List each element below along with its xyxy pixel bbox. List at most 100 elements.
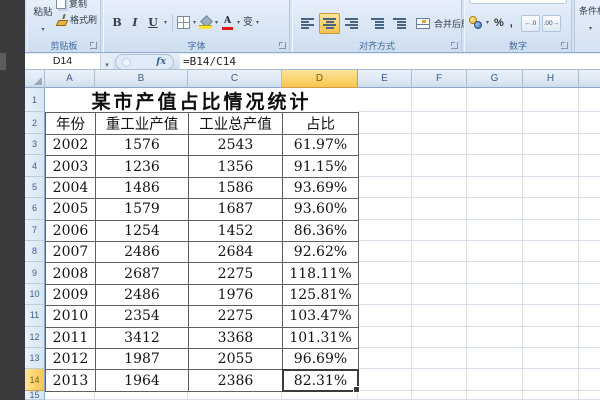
table-cell[interactable]: 2012 [45, 348, 96, 371]
table-cell[interactable]: 1976 [188, 283, 283, 307]
bold-button[interactable]: B [108, 13, 126, 32]
fill-handle[interactable] [353, 385, 360, 393]
table-cell[interactable]: 1356 [188, 155, 283, 178]
column-header-c[interactable]: C [188, 70, 282, 88]
table-header-cell[interactable]: 重工业产值 [95, 112, 189, 135]
conditional-formatting-dropdown-icon[interactable] [587, 20, 594, 38]
row-header-13[interactable]: 13 [25, 348, 45, 370]
column-header-h[interactable]: H [523, 70, 579, 88]
column-header-partial[interactable] [579, 70, 600, 88]
table-cell[interactable]: 86.36% [282, 219, 359, 242]
table-header-cell[interactable]: 年份 [45, 112, 96, 135]
table-cell[interactable]: 1687 [188, 198, 283, 221]
table-cell[interactable]: 96.69% [282, 348, 359, 371]
align-right-button[interactable] [341, 13, 362, 34]
formula-input[interactable]: =B14/C14 [180, 54, 600, 69]
column-header-f[interactable]: F [412, 70, 467, 88]
table-cell[interactable]: 2275 [188, 305, 283, 328]
phonetic-guide-button[interactable]: 变 [242, 13, 254, 32]
decrease-indent-button[interactable] [367, 13, 388, 34]
dialog-launcher-icon[interactable] [90, 42, 97, 49]
table-header-cell[interactable]: 占比 [282, 112, 359, 135]
table-cell[interactable]: 2275 [188, 262, 283, 285]
table-cell[interactable]: 3368 [188, 326, 283, 349]
table-cell[interactable]: 118.11% [282, 262, 359, 285]
increase-indent-button[interactable] [389, 13, 410, 34]
align-left-button[interactable] [297, 13, 318, 34]
font-color-dropdown-icon[interactable] [235, 14, 242, 32]
table-cell[interactable]: 2004 [45, 176, 96, 200]
table-cell[interactable]: 1987 [95, 348, 189, 371]
table-cell[interactable]: 92.62% [282, 241, 359, 264]
select-all-button[interactable] [25, 70, 45, 88]
row-header-11[interactable]: 11 [25, 305, 45, 327]
currency-format-icon[interactable] [469, 16, 484, 30]
table-cell[interactable]: 2011 [45, 326, 96, 349]
format-painter-button[interactable]: 格式刷 [56, 13, 97, 26]
row-header-12[interactable]: 12 [25, 326, 45, 348]
row-header-7[interactable]: 7 [25, 219, 45, 241]
align-center-button[interactable] [319, 13, 340, 34]
table-cell[interactable]: 2543 [188, 134, 283, 157]
row-header-15[interactable]: 15 [25, 390, 45, 400]
table-cell[interactable]: 2006 [45, 219, 96, 242]
table-cell[interactable]: 2354 [95, 305, 189, 328]
table-cell[interactable]: 2002 [45, 134, 96, 157]
underline-button[interactable]: U [144, 13, 162, 32]
table-cell[interactable]: 1236 [95, 155, 189, 178]
underline-dropdown-icon[interactable] [162, 14, 169, 32]
fill-color-button[interactable] [198, 13, 213, 32]
currency-dropdown-icon[interactable] [484, 14, 491, 32]
borders-dropdown-icon[interactable] [191, 14, 198, 32]
conditional-formatting-button[interactable]: 条件格式 [574, 0, 600, 52]
table-cell[interactable]: 1586 [188, 176, 283, 200]
dialog-launcher-icon[interactable] [451, 42, 458, 49]
table-cell[interactable]: 93.60% [282, 198, 359, 221]
table-cell[interactable]: 2010 [45, 305, 96, 328]
table-cell[interactable]: 91.15% [282, 155, 359, 178]
percent-style-button[interactable]: % [491, 17, 507, 29]
table-cell[interactable]: 2486 [95, 283, 189, 307]
row-header-5[interactable]: 5 [25, 176, 45, 199]
table-cell[interactable]: 1579 [95, 198, 189, 221]
table-cell[interactable]: 2007 [45, 241, 96, 264]
table-cell[interactable]: 2008 [45, 262, 96, 285]
table-cell[interactable]: 2005 [45, 198, 96, 221]
table-cell[interactable]: 1452 [188, 219, 283, 242]
table-cell[interactable]: 101.31% [282, 326, 359, 349]
column-header-d[interactable]: D [282, 70, 358, 88]
table-cell[interactable]: 1254 [95, 219, 189, 242]
table-cell[interactable]: 1964 [95, 369, 189, 392]
decrease-decimal-button[interactable] [541, 14, 561, 32]
row-header-9[interactable]: 9 [25, 262, 45, 284]
table-cell[interactable]: 2003 [45, 155, 96, 178]
font-color-button[interactable]: A [220, 13, 235, 32]
table-cell[interactable]: 103.47% [282, 305, 359, 328]
number-format-combo-partial[interactable] [469, 0, 567, 4]
insert-function-button[interactable]: fx [115, 54, 174, 70]
borders-button[interactable] [176, 13, 191, 32]
name-box[interactable]: D14 [25, 54, 100, 69]
table-cell[interactable]: 1486 [95, 176, 189, 200]
dialog-launcher-icon[interactable] [561, 42, 568, 49]
table-cell[interactable]: 2013 [45, 369, 96, 392]
table-cell[interactable]: 1576 [95, 134, 189, 157]
table-cell[interactable]: 2386 [188, 369, 283, 392]
table-cell[interactable]: 2684 [188, 241, 283, 264]
row-header-8[interactable]: 8 [25, 241, 45, 263]
column-header-b[interactable]: B [95, 70, 188, 88]
table-cell[interactable]: 3412 [95, 326, 189, 349]
table-cell[interactable]: 2055 [188, 348, 283, 371]
table-cell[interactable]: 2687 [95, 262, 189, 285]
copy-button[interactable]: 复制 [56, 0, 87, 10]
table-cell[interactable]: 2009 [45, 283, 96, 307]
row-header-10[interactable]: 10 [25, 283, 45, 306]
phonetic-dropdown-icon[interactable] [254, 14, 261, 32]
paste-button[interactable]: 粘贴 [30, 0, 56, 36]
paste-dropdown-icon[interactable] [40, 21, 47, 39]
table-header-cell[interactable]: 工业总产值 [188, 112, 283, 135]
table-cell[interactable]: 2486 [95, 241, 189, 264]
column-header-a[interactable]: A [45, 70, 95, 88]
row-header-1[interactable]: 1 [25, 88, 45, 112]
table-cell[interactable]: 93.69% [282, 176, 359, 200]
